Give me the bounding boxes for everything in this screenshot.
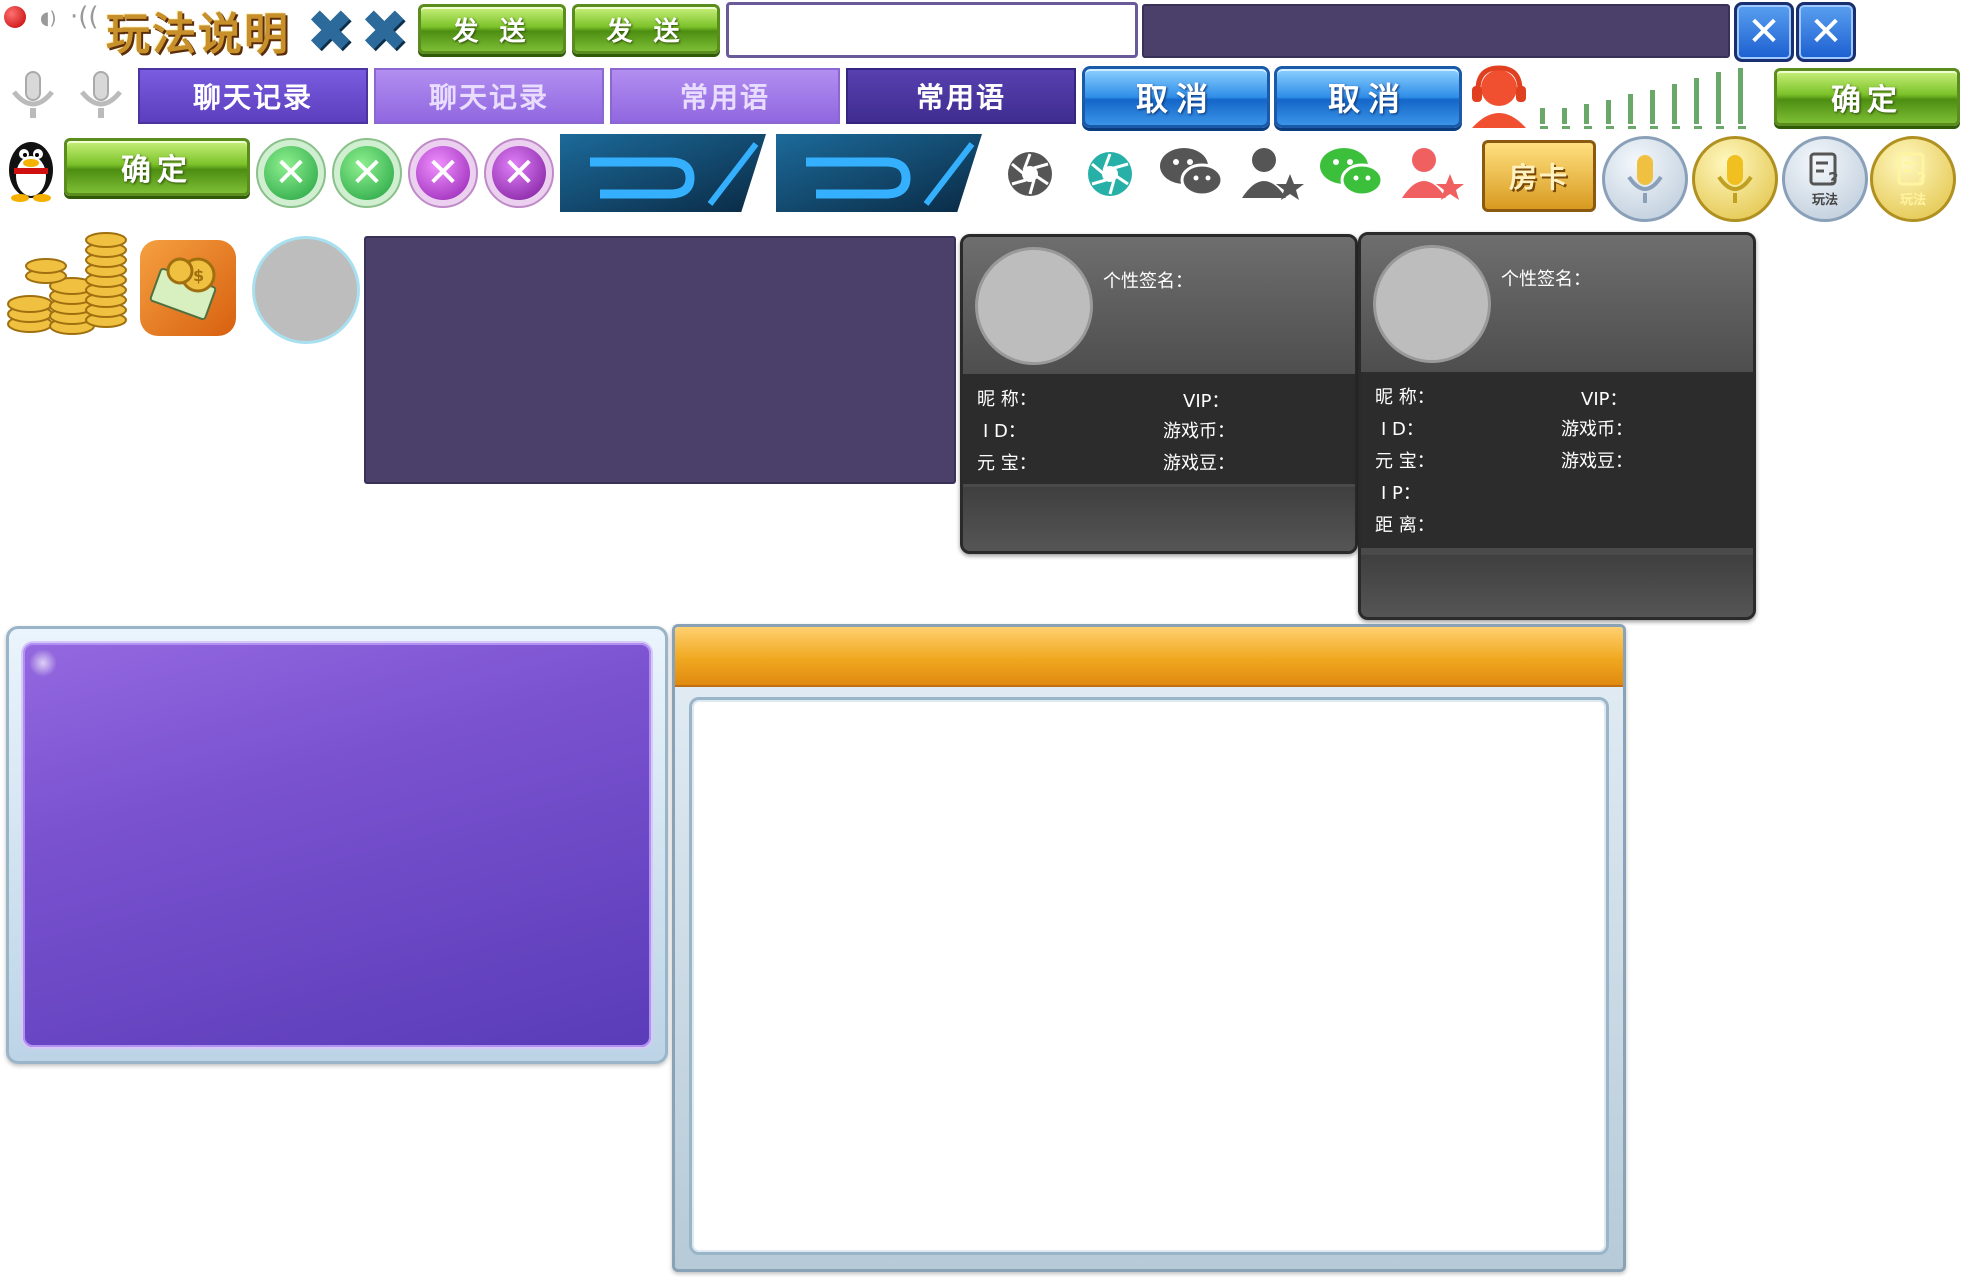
avatar-placeholder[interactable] — [252, 236, 360, 344]
id-label: I D： — [1381, 419, 1424, 440]
close-round-purple-1[interactable]: ✕ — [408, 138, 478, 208]
close-x-icon-1[interactable]: ✖ — [306, 2, 355, 60]
game-beans-label: 游戏豆： — [1561, 451, 1633, 472]
wechat-icon-gray[interactable] — [1158, 144, 1224, 200]
signal-bars-icon — [1536, 64, 1764, 130]
purple-dialog-body — [21, 641, 653, 1049]
shutter-icon-teal[interactable] — [1084, 148, 1136, 200]
nickname-label: 昵 称： — [977, 389, 1037, 410]
game-title: 玩法说明 — [106, 9, 290, 60]
close-round-green-2[interactable]: ✕ — [332, 138, 402, 208]
swoosh-logo-2 — [776, 134, 982, 212]
purple-dialog-frame — [6, 626, 668, 1064]
close-round-green-1[interactable]: ✕ — [256, 138, 326, 208]
signature-label: 个性签名： — [1501, 269, 1591, 290]
tab-chat-record-active[interactable]: 聊天记录 — [138, 68, 368, 124]
mic-icon — [1717, 155, 1753, 203]
close-icon: ✕ — [1809, 9, 1843, 55]
game-coins-label: 游戏币： — [1163, 421, 1235, 442]
tab-common-phrases[interactable]: 常用语 — [610, 68, 840, 124]
id-label: I D： — [983, 421, 1026, 442]
user-star-icon-gray[interactable] — [1240, 144, 1306, 202]
rules-label-1: 玩法 — [1811, 192, 1838, 208]
rules-doc-icon: ? — [1809, 152, 1838, 189]
send-button-1[interactable]: 发 送 — [418, 4, 566, 54]
game-coins-label: 游戏币： — [1561, 419, 1633, 440]
close-x-icon-2[interactable]: ✖ — [360, 2, 409, 60]
close-icon: ✕ — [340, 146, 394, 200]
rules-button-2[interactable]: ? 玩法 — [1870, 136, 1956, 222]
confirm-button-left[interactable]: 确定 — [64, 138, 250, 196]
chat-input-dark[interactable] — [1142, 4, 1730, 58]
confirm-button-top[interactable]: 确定 — [1774, 68, 1960, 126]
card-footer — [1361, 555, 1753, 617]
shutter-icon-gray[interactable] — [1004, 148, 1056, 200]
money-icon: $ — [140, 240, 236, 336]
ip-label: I P： — [1381, 483, 1421, 504]
close-icon: ✕ — [416, 146, 470, 200]
speaker-wave-icon-2: ·(( — [70, 2, 99, 32]
tab-common-phrases-active[interactable]: 常用语 — [846, 68, 1076, 124]
vip-label: VIP： — [1581, 389, 1628, 410]
nickname-label: 昵 称： — [1375, 387, 1435, 408]
speaker-wave-icon: ◖) — [40, 8, 57, 29]
cancel-button-1[interactable]: 取消 — [1082, 66, 1270, 128]
profile-card-large: 个性签名： 昵 称： I D： 元 宝： I P： 距 离： VIP： 游戏币：… — [1358, 232, 1756, 620]
mic-icon-1[interactable] — [4, 70, 62, 122]
yuanbao-label: 元 宝： — [1375, 451, 1435, 472]
rules-label-2: 玩法 — [1899, 192, 1926, 208]
profile-card-small: 个性签名： 昵 称： I D： 元 宝： VIP： 游戏币： 游戏豆： — [960, 234, 1358, 554]
close-round-purple-2[interactable]: ✕ — [484, 138, 554, 208]
close-icon: ✕ — [264, 146, 318, 200]
svg-text:?: ? — [1916, 169, 1926, 189]
voice-button-yellow[interactable] — [1692, 136, 1778, 222]
signature-label: 个性签名： — [1103, 271, 1193, 292]
close-icon: ✕ — [1747, 9, 1781, 55]
dialog-content-area — [689, 697, 1609, 1255]
chat-input[interactable] — [726, 2, 1138, 58]
dialog-header-bar — [675, 627, 1623, 687]
orange-header-dialog — [672, 624, 1626, 1272]
close-button-blue-2[interactable]: ✕ — [1796, 2, 1856, 62]
purple-panel — [364, 236, 956, 484]
cancel-button-2[interactable]: 取消 — [1274, 66, 1462, 128]
distance-label: 距 离： — [1375, 515, 1435, 536]
service-headset-icon[interactable] — [1464, 62, 1534, 130]
swoosh-logo-1 — [560, 134, 766, 212]
card-avatar — [1373, 245, 1491, 363]
room-card-button[interactable]: 房卡 — [1482, 140, 1596, 212]
gloss-highlight — [29, 649, 57, 677]
mic-icon — [1627, 155, 1663, 203]
close-icon: ✕ — [492, 146, 546, 200]
send-button-2[interactable]: 发 送 — [572, 4, 720, 54]
qq-penguin-icon[interactable] — [2, 130, 60, 202]
voice-button-gray[interactable] — [1602, 136, 1688, 222]
user-star-icon-red[interactable] — [1400, 144, 1466, 202]
card-footer — [963, 487, 1355, 551]
close-button-blue-1[interactable]: ✕ — [1734, 2, 1794, 62]
coins-icon — [2, 228, 130, 338]
room-card-label: 房卡 — [1508, 161, 1569, 194]
mic-icon-2[interactable] — [72, 70, 130, 122]
svg-text:$: $ — [193, 266, 204, 285]
card-avatar — [975, 247, 1093, 365]
wechat-icon-green[interactable] — [1318, 144, 1384, 200]
yuanbao-label: 元 宝： — [977, 453, 1037, 474]
tab-chat-record[interactable]: 聊天记录 — [374, 68, 604, 124]
record-dot-icon — [4, 6, 26, 28]
vip-label: VIP： — [1183, 391, 1230, 412]
rules-doc-icon: ? — [1897, 152, 1926, 189]
rules-button-1[interactable]: ? 玩法 — [1782, 136, 1868, 222]
svg-text:?: ? — [1828, 169, 1838, 189]
game-beans-label: 游戏豆： — [1163, 453, 1235, 474]
